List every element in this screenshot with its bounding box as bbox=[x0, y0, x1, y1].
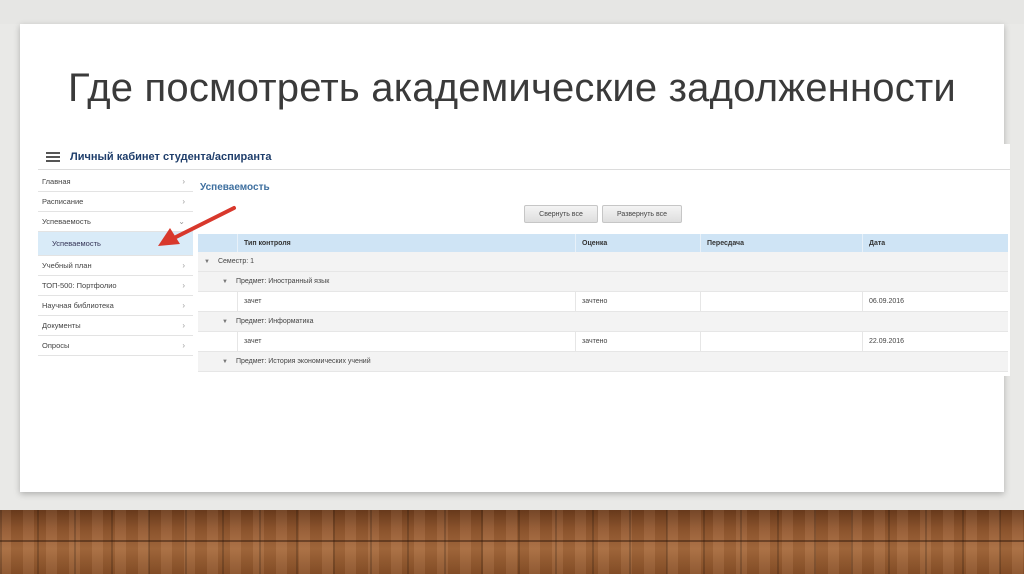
sidebar-item-label: Расписание bbox=[42, 197, 84, 206]
table-row[interactable]: зачет зачтено 22.09.2016 bbox=[198, 332, 1008, 352]
student-cabinet-screenshot: Личный кабинет студента/аспиранта Главна… bbox=[38, 144, 1010, 376]
column-header-grade[interactable]: Оценка bbox=[576, 234, 701, 252]
cell-grade: зачтено bbox=[576, 292, 701, 311]
table-row[interactable]: зачет зачтено 06.09.2016 bbox=[198, 292, 1008, 312]
row-indent bbox=[198, 292, 238, 311]
sidebar-item-label: Успеваемость bbox=[42, 217, 91, 226]
subject-label: Предмет: Информатика bbox=[235, 318, 314, 325]
cell-control-type: зачет bbox=[238, 292, 576, 311]
subject-label: Предмет: История экономических учений bbox=[235, 358, 371, 365]
arrow-shaft bbox=[172, 206, 236, 240]
subject-group-row[interactable]: ▼ Предмет: Иностранный язык bbox=[198, 272, 1008, 292]
sidebar-item-surveys[interactable]: Опросы › bbox=[38, 336, 193, 356]
subject-label: Предмет: Иностранный язык bbox=[235, 278, 330, 285]
slide-title: Где посмотреть академические задолженнос… bbox=[68, 66, 956, 110]
sidebar-item-label: Научная библиотека bbox=[42, 301, 114, 310]
sidebar-item-portfolio[interactable]: ТОП-500: Портфолио › bbox=[38, 276, 193, 296]
performance-grid: Тип контроля Оценка Пересдача Дата ▼ Сем… bbox=[198, 234, 1008, 372]
sidebar-item-library[interactable]: Научная библиотека › bbox=[38, 296, 193, 316]
grid-header: Тип контроля Оценка Пересдача Дата bbox=[198, 234, 1008, 252]
sidebar-item-label: Опросы bbox=[42, 341, 70, 350]
cell-grade: зачтено bbox=[576, 332, 701, 351]
chevron-right-icon: › bbox=[182, 281, 185, 290]
red-arrow-annotation bbox=[158, 206, 236, 246]
expand-all-button[interactable]: Развернуть все bbox=[602, 205, 682, 223]
app-header: Личный кабинет студента/аспиранта bbox=[38, 144, 1010, 170]
chevron-right-icon: › bbox=[182, 321, 185, 330]
sidebar-item-label: Успеваемость bbox=[52, 239, 101, 248]
caret-down-icon[interactable]: ▼ bbox=[222, 279, 228, 285]
subject-group-row[interactable]: ▼ Предмет: Информатика bbox=[198, 312, 1008, 332]
main-content: Успеваемость Свернуть все Развернуть все… bbox=[198, 172, 1010, 376]
subject-group-row[interactable]: ▼ Предмет: История экономических учений bbox=[198, 352, 1008, 372]
semester-group-row[interactable]: ▼ Семестр: 1 bbox=[198, 252, 1008, 272]
sidebar-item-label: Документы bbox=[42, 321, 81, 330]
caret-down-icon[interactable]: ▼ bbox=[222, 319, 228, 325]
menu-icon[interactable] bbox=[46, 151, 60, 162]
cell-date: 06.09.2016 bbox=[869, 298, 905, 305]
sidebar: Главная › Расписание › Успеваемость ⌄ Ус… bbox=[38, 172, 193, 356]
app-title: Личный кабинет студента/аспиранта bbox=[70, 150, 272, 163]
sidebar-item-curriculum[interactable]: Учебный план › bbox=[38, 256, 193, 276]
column-header-control-type[interactable]: Тип контроля bbox=[238, 234, 576, 252]
cell-date: 22.09.2016 bbox=[869, 338, 905, 345]
sidebar-item-label: Учебный план bbox=[42, 261, 92, 270]
sidebar-item-home[interactable]: Главная › bbox=[38, 172, 193, 192]
chevron-right-icon: › bbox=[182, 177, 185, 186]
chevron-right-icon: › bbox=[182, 341, 185, 350]
section-title: Успеваемость bbox=[200, 182, 270, 193]
cell-control-type: зачет bbox=[238, 332, 576, 351]
sidebar-item-documents[interactable]: Документы › bbox=[38, 316, 193, 336]
row-indent bbox=[198, 332, 238, 351]
sidebar-item-label: Главная bbox=[42, 177, 71, 186]
column-header-date[interactable]: Дата bbox=[863, 234, 1008, 252]
cell-retake bbox=[701, 332, 863, 351]
wood-floor bbox=[0, 510, 1024, 574]
cell-retake bbox=[701, 292, 863, 311]
slide-top-band bbox=[0, 0, 1024, 24]
caret-down-icon[interactable]: ▼ bbox=[222, 359, 228, 365]
semester-label: Семестр: 1 bbox=[217, 258, 254, 265]
chevron-right-icon: › bbox=[182, 261, 185, 270]
column-header-retake[interactable]: Пересдача bbox=[701, 234, 863, 252]
floor-seam bbox=[0, 540, 1024, 542]
chevron-right-icon: › bbox=[182, 301, 185, 310]
sidebar-item-label: ТОП-500: Портфолио bbox=[42, 281, 117, 290]
caret-down-icon[interactable]: ▼ bbox=[204, 259, 210, 265]
collapse-all-button[interactable]: Свернуть все bbox=[524, 205, 598, 223]
